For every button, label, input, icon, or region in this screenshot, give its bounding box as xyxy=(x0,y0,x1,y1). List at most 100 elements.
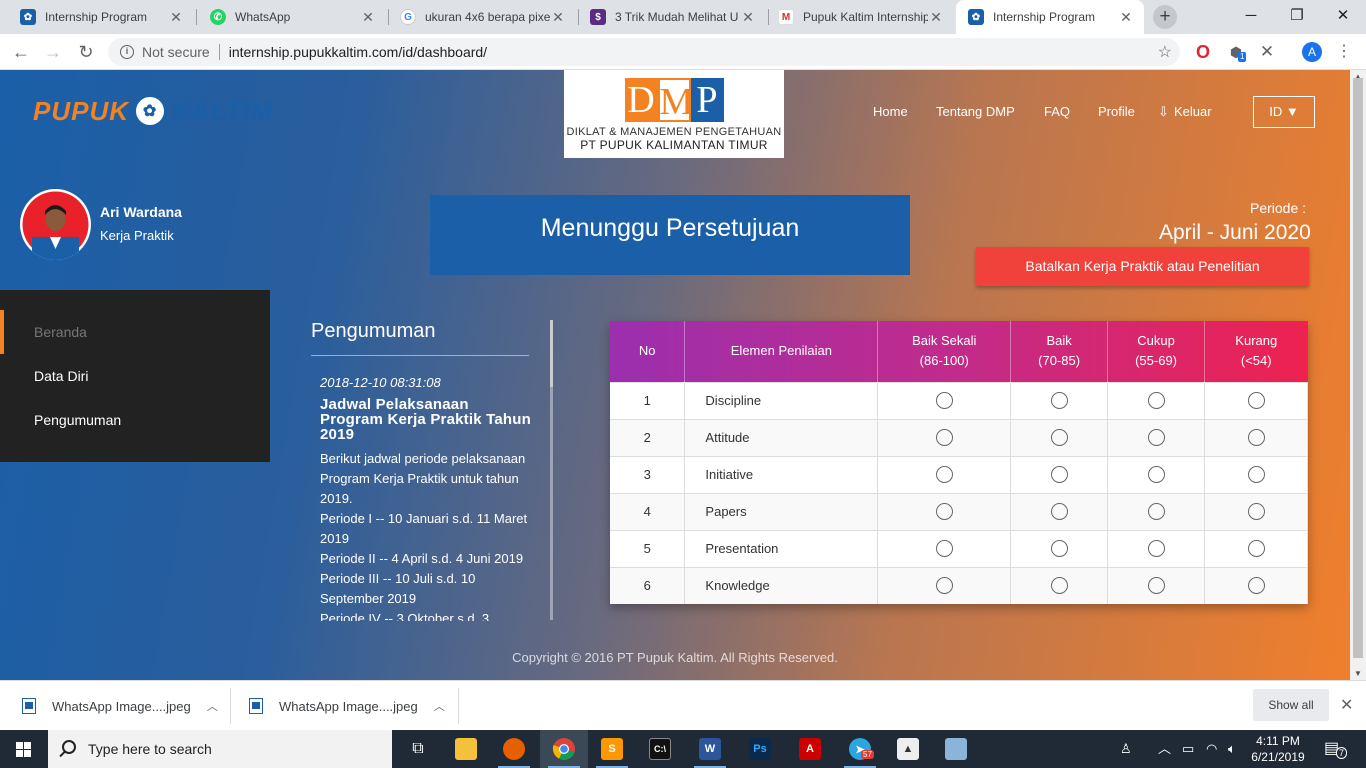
rating-radio[interactable] xyxy=(1147,503,1165,521)
nav-home[interactable]: Home xyxy=(873,104,908,119)
nav-profile[interactable]: Profile xyxy=(1098,104,1135,119)
row-no: 4 xyxy=(610,492,686,530)
close-tab-icon[interactable]: ✕ xyxy=(740,9,756,26)
opera-extension-icon[interactable]: O xyxy=(1193,42,1213,62)
rating-radio[interactable] xyxy=(1247,503,1265,521)
rating-radio[interactable] xyxy=(1050,503,1068,521)
system-clock[interactable]: 4:11 PM 6/21/2019 xyxy=(1250,733,1306,765)
rating-radio[interactable] xyxy=(1147,577,1165,595)
close-download-bar-icon[interactable]: ✕ xyxy=(1340,695,1353,715)
announcement-title[interactable]: Jadwal Pelaksanaan Program Kerja Praktik… xyxy=(320,397,535,442)
notepad-icon[interactable] xyxy=(932,730,980,768)
sidebar-item-data-diri[interactable]: Data Diri xyxy=(34,368,88,384)
minimize-icon[interactable]: ─ xyxy=(1228,0,1274,34)
forward-arrow-icon[interactable]: → xyxy=(41,40,65,64)
command-prompt-icon[interactable]: C:\ xyxy=(636,730,684,768)
browser-tab[interactable]: $ 3 Trik Mudah Melihat U ✕ xyxy=(578,0,766,34)
rating-radio[interactable] xyxy=(935,466,953,484)
url-text[interactable]: internship.pupukkaltim.com/id/dashboard/ xyxy=(229,44,487,60)
rating-radio[interactable] xyxy=(935,392,953,410)
close-tab-icon[interactable]: ✕ xyxy=(1118,9,1134,26)
photos-icon[interactable]: ▲ xyxy=(884,730,932,768)
announcement-list[interactable]: 2018-12-10 08:31:08 Jadwal Pelaksanaan P… xyxy=(320,370,535,621)
info-icon[interactable]: i xyxy=(120,45,134,59)
chevron-up-icon[interactable]: ︿ xyxy=(207,698,218,714)
rating-radio[interactable] xyxy=(1147,429,1165,447)
close-tab-icon[interactable]: ✕ xyxy=(360,9,376,26)
browser-tab[interactable]: ✿ Internship Program ✕ xyxy=(8,0,194,34)
rating-radio[interactable] xyxy=(935,429,953,447)
rating-radio[interactable] xyxy=(1147,540,1165,558)
restore-icon[interactable]: ❐ xyxy=(1274,0,1320,34)
nav-tentang-dmp[interactable]: Tentang DMP xyxy=(936,104,1015,119)
rating-radio[interactable] xyxy=(1050,577,1068,595)
scroll-down-icon[interactable]: ▼ xyxy=(1350,669,1366,678)
logout-icon[interactable]: ⇩ xyxy=(1158,104,1169,120)
rating-radio[interactable] xyxy=(1247,577,1265,595)
photoshop-icon[interactable]: Ps xyxy=(736,730,784,768)
nav-logout[interactable]: Keluar xyxy=(1174,104,1212,119)
close-tab-icon[interactable]: ✕ xyxy=(550,9,566,26)
profile-avatar[interactable]: A xyxy=(1302,42,1322,62)
announcement-scrollbar[interactable] xyxy=(550,320,553,620)
reload-icon[interactable]: ↻ xyxy=(74,40,98,64)
taskbar-search-box[interactable]: Type here to search xyxy=(48,730,392,768)
rating-radio[interactable] xyxy=(1050,429,1068,447)
telegram-icon[interactable]: ➤ 57 xyxy=(836,730,884,768)
dmp-letter: P xyxy=(690,78,724,122)
rating-radio[interactable] xyxy=(1050,540,1068,558)
cube-extension-icon[interactable]: ⬢ 1 xyxy=(1226,42,1247,62)
browser-tab[interactable]: G ukuran 4x6 berapa pixe ✕ xyxy=(388,0,576,34)
wifi-icon[interactable]: ◠ xyxy=(1206,730,1217,768)
windows-start-icon[interactable] xyxy=(0,730,48,768)
page-scrollbar[interactable]: ▲ ▼ xyxy=(1350,70,1366,680)
rating-radio[interactable] xyxy=(1247,466,1265,484)
security-label: Not secure xyxy=(142,44,210,60)
rating-radio[interactable] xyxy=(1247,429,1265,447)
new-tab-button[interactable]: + xyxy=(1153,5,1177,29)
file-explorer-icon[interactable] xyxy=(442,730,490,768)
rating-radio[interactable] xyxy=(935,503,953,521)
download-item[interactable]: WhatsApp Image....jpeg ︿ xyxy=(249,681,445,731)
task-view-icon[interactable]: ⧉ xyxy=(394,730,442,768)
chevron-up-icon[interactable]: ︿ xyxy=(434,698,445,714)
rating-radio[interactable] xyxy=(1050,392,1068,410)
pupuk-kaltim-logo[interactable]: PUPUK ✿ KALTIM xyxy=(33,94,273,128)
scrollbar-thumb[interactable] xyxy=(1353,78,1363,658)
rating-radio[interactable] xyxy=(935,577,953,595)
volume-icon[interactable]: 🔈︎ xyxy=(1228,730,1236,768)
rating-radio[interactable] xyxy=(1247,392,1265,410)
download-item[interactable]: WhatsApp Image....jpeg ︿ xyxy=(22,681,218,731)
browser-tab-active[interactable]: ✿ Internship Program ✕ xyxy=(956,0,1144,34)
browser-tab[interactable]: M Pupuk Kaltim Internship ✕ xyxy=(766,0,954,34)
menu-kebab-icon[interactable]: ⋮ xyxy=(1334,42,1354,62)
language-dropdown[interactable]: ID ▼ xyxy=(1253,96,1315,128)
chrome-icon[interactable] xyxy=(540,730,588,768)
rating-radio[interactable] xyxy=(935,540,953,558)
rating-radio[interactable] xyxy=(1247,540,1265,558)
show-all-downloads-button[interactable]: Show all xyxy=(1253,689,1329,721)
firefox-icon[interactable] xyxy=(490,730,538,768)
logo-text-right: KALTIM xyxy=(171,95,274,126)
rating-radio[interactable] xyxy=(1147,466,1165,484)
back-arrow-icon[interactable]: ← xyxy=(9,40,33,64)
close-tab-icon[interactable]: ✕ xyxy=(168,9,184,26)
sidebar-item-beranda[interactable]: Beranda xyxy=(34,324,87,340)
x-extension-icon[interactable]: ✕ xyxy=(1257,42,1277,62)
bookmark-star-icon[interactable]: ☆ xyxy=(1158,42,1172,62)
rating-radio[interactable] xyxy=(1147,392,1165,410)
sidebar-item-pengumuman[interactable]: Pengumuman xyxy=(34,412,121,428)
close-window-icon[interactable]: ✕ xyxy=(1320,0,1366,34)
rating-radio[interactable] xyxy=(1050,466,1068,484)
battery-icon[interactable]: ▭ xyxy=(1182,730,1194,768)
close-tab-icon[interactable]: ✕ xyxy=(928,9,944,26)
address-bar[interactable]: i Not secure internship.pupukkaltim.com/… xyxy=(108,38,1180,66)
cancel-internship-button[interactable]: Batalkan Kerja Praktik atau Penelitian xyxy=(976,247,1309,286)
nav-faq[interactable]: FAQ xyxy=(1044,104,1070,119)
browser-tab[interactable]: ✆ WhatsApp ✕ xyxy=(198,0,386,34)
chevron-up-tray-icon[interactable]: ︿ xyxy=(1158,730,1171,768)
people-icon[interactable]: ♙ xyxy=(1120,730,1132,768)
word-icon[interactable]: W xyxy=(686,730,734,768)
sublime-text-icon[interactable]: S xyxy=(588,730,636,768)
acrobat-icon[interactable]: A xyxy=(786,730,834,768)
